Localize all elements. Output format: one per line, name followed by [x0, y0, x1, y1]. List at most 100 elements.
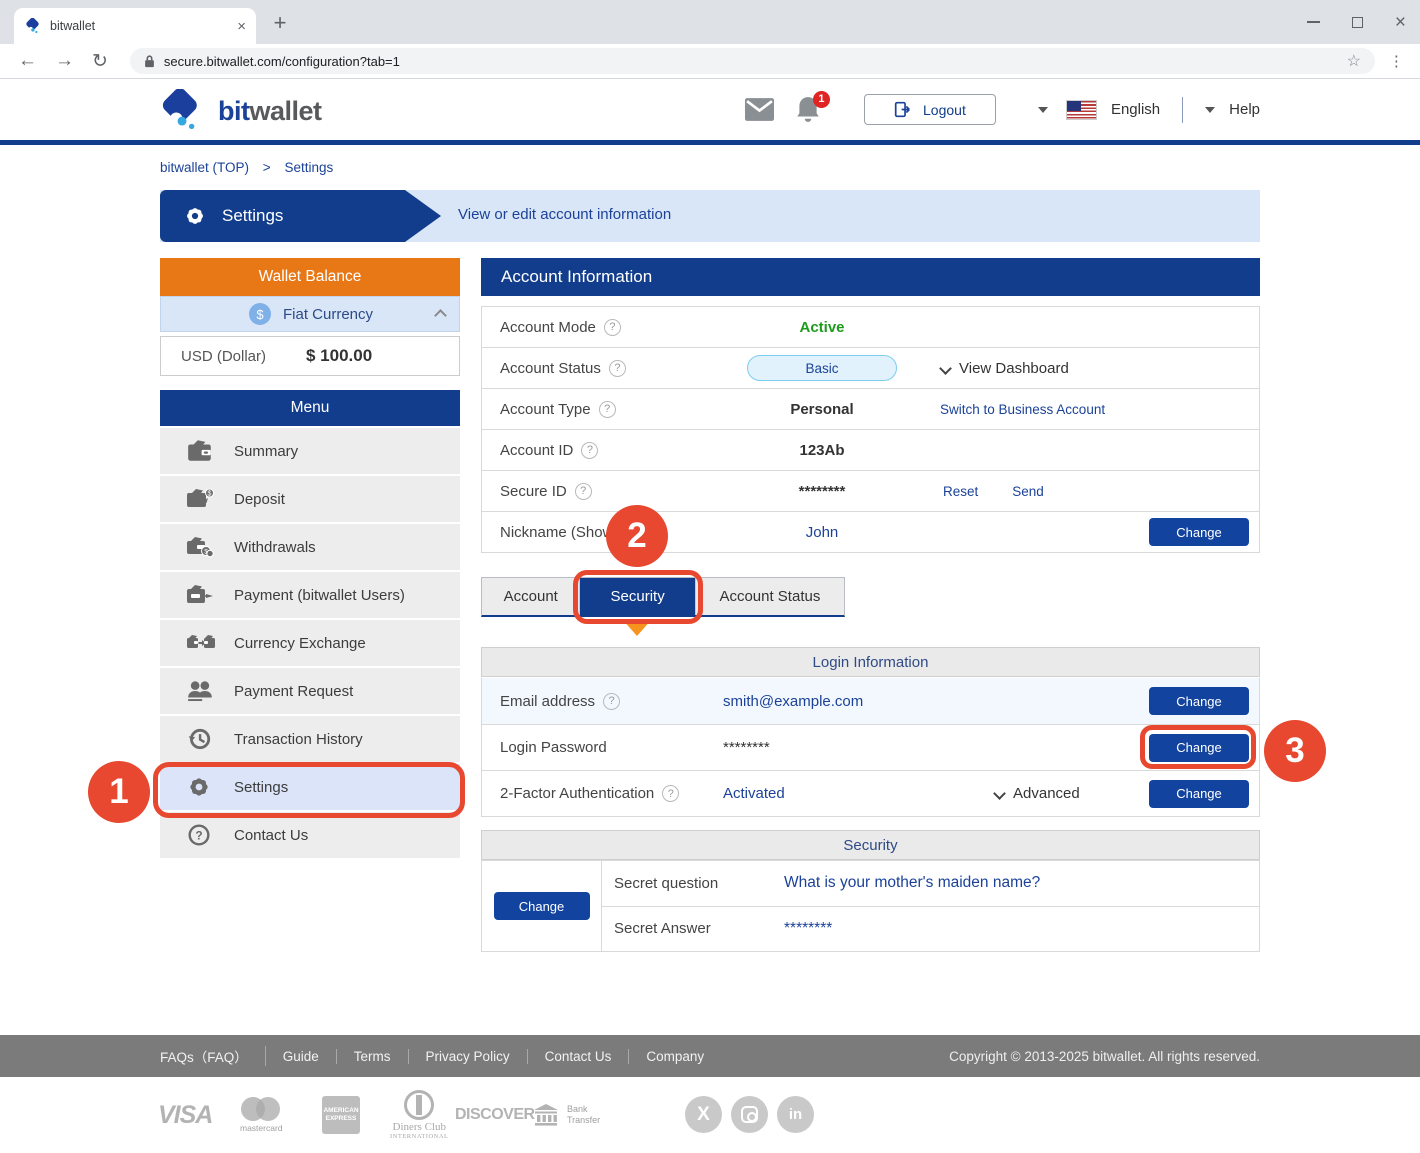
window-maximize-icon[interactable]: [1352, 17, 1363, 28]
logout-label: Logout: [923, 102, 966, 118]
two-factor-label: 2-Factor Authentication: [500, 785, 654, 802]
breadcrumb-separator: >: [263, 160, 271, 175]
tab-security[interactable]: Security: [580, 578, 695, 615]
footer-link-privacy[interactable]: Privacy Policy: [409, 1049, 528, 1064]
bookmark-star-icon[interactable]: ☆: [1347, 51, 1361, 71]
currency-amount: $ 100.00: [306, 346, 372, 366]
secret-answer-label: Secret Answer: [614, 920, 711, 937]
secure-id-label: Secure ID: [500, 483, 567, 500]
window-minimize-icon[interactable]: [1307, 21, 1320, 23]
visa-logo: VISA: [158, 1077, 212, 1153]
banner-subtitle: View or edit account information: [458, 206, 671, 223]
browser-window: bitwallet × + × ← → ↻ secure.bitwallet.c…: [0, 0, 1420, 1153]
language-dropdown-icon[interactable]: [1038, 107, 1048, 113]
sidebar-item-label: Payment Request: [234, 683, 353, 700]
sidebar-item-label: Withdrawals: [234, 539, 316, 556]
chevron-up-icon[interactable]: [434, 309, 447, 322]
sidebar-item-withdrawals[interactable]: $ Withdrawals: [160, 524, 460, 570]
bitwallet-logo[interactable]: bitwallet: [158, 89, 322, 133]
sidebar-item-contact-us[interactable]: ? Contact Us: [160, 812, 460, 858]
forward-icon[interactable]: →: [55, 50, 74, 72]
account-type-row: Account Type Personal Switch to Business…: [482, 389, 1259, 430]
help-link[interactable]: Help: [1229, 101, 1260, 118]
tab-close-icon[interactable]: ×: [237, 18, 246, 35]
tab-account[interactable]: Account: [482, 578, 580, 615]
instagram-icon[interactable]: [731, 1096, 768, 1133]
mail-icon[interactable]: [745, 98, 774, 121]
deposit-icon: $: [186, 487, 216, 511]
browser-tab[interactable]: bitwallet ×: [14, 8, 256, 44]
linkedin-icon[interactable]: in: [777, 1096, 814, 1133]
x-icon[interactable]: X: [685, 1096, 722, 1133]
wallet-balance-header: Wallet Balance: [160, 258, 460, 296]
nickname-value: John: [722, 524, 922, 541]
breadcrumb-home[interactable]: bitwallet (TOP): [160, 160, 249, 175]
discover-logo: DISCOVER: [455, 1077, 535, 1153]
reset-link[interactable]: Reset: [943, 484, 978, 499]
sidebar-item-label: Summary: [234, 443, 298, 460]
new-tab-button[interactable]: +: [266, 10, 294, 38]
address-bar[interactable]: secure.bitwallet.com/configuration?tab=1…: [130, 48, 1375, 74]
help-icon[interactable]: [575, 483, 592, 500]
window-close-icon[interactable]: ×: [1395, 13, 1406, 32]
payment-request-icon: [186, 679, 216, 703]
bank-transfer-logo: BankTransfer: [533, 1077, 600, 1153]
logout-button[interactable]: Logout: [864, 94, 996, 125]
help-icon[interactable]: [603, 693, 620, 710]
sidebar-item-settings[interactable]: Settings: [160, 764, 460, 810]
chevron-down-icon: [940, 363, 951, 374]
account-mode-value: Active: [722, 319, 922, 336]
account-information-table: Account Mode Active Account Status Basic…: [481, 306, 1260, 553]
sidebar-item-label: Contact Us: [234, 827, 308, 844]
help-icon[interactable]: [662, 785, 679, 802]
login-information-header: Login Information: [481, 647, 1260, 677]
refresh-icon[interactable]: ↻: [92, 50, 108, 73]
advanced-toggle[interactable]: Advanced: [994, 785, 1080, 802]
sidebar-item-transaction-history[interactable]: Transaction History: [160, 716, 460, 762]
svg-text:$: $: [204, 549, 208, 556]
bitwallet-logo-icon: [158, 89, 208, 133]
sidebar-item-summary[interactable]: Summary: [160, 428, 460, 474]
footer-link-contact[interactable]: Contact Us: [528, 1049, 630, 1064]
help-icon[interactable]: [599, 401, 616, 418]
url-text: secure.bitwallet.com/configuration?tab=1: [164, 54, 1347, 69]
footer-link-terms[interactable]: Terms: [337, 1049, 409, 1064]
sidebar-item-label: Transaction History: [234, 731, 363, 748]
notification-bell-icon[interactable]: 1: [794, 95, 824, 125]
help-icon[interactable]: [581, 442, 598, 459]
nickname-change-button[interactable]: Change: [1149, 518, 1249, 546]
browser-menu-icon[interactable]: ⋮: [1389, 52, 1404, 70]
help-dropdown-icon[interactable]: [1205, 107, 1215, 113]
footer-link-faq[interactable]: FAQs（FAQ）: [160, 1046, 266, 1066]
security-change-button[interactable]: Change: [494, 892, 590, 920]
currency-name: USD (Dollar): [181, 348, 306, 365]
sidebar-item-payment[interactable]: Payment (bitwallet Users): [160, 572, 460, 618]
switch-to-business-link[interactable]: Switch to Business Account: [940, 402, 1105, 417]
back-icon[interactable]: ←: [18, 50, 37, 72]
balance-row: USD (Dollar) $ 100.00: [160, 336, 460, 376]
sidebar-item-deposit[interactable]: $ Deposit: [160, 476, 460, 522]
gear-icon: [184, 205, 206, 227]
send-link[interactable]: Send: [1012, 484, 1044, 499]
secret-question-value: What is your mother's maiden name?: [784, 874, 1040, 892]
logo-text-wallet: wallet: [250, 96, 322, 126]
view-dashboard-toggle[interactable]: View Dashboard: [940, 360, 1069, 377]
email-change-button[interactable]: Change: [1149, 687, 1249, 715]
security-section-header: Security: [481, 830, 1260, 860]
footer-link-company[interactable]: Company: [629, 1049, 721, 1064]
header-divider: [1182, 97, 1183, 123]
sidebar-item-payment-request[interactable]: Payment Request: [160, 668, 460, 714]
two-factor-change-button[interactable]: Change: [1149, 780, 1249, 808]
site-header: bitwallet 1 Logout English Help: [0, 79, 1420, 145]
tab-title: bitwallet: [50, 19, 237, 33]
help-icon[interactable]: [604, 319, 621, 336]
language-label[interactable]: English: [1111, 101, 1160, 118]
login-password-change-button[interactable]: Change: [1149, 734, 1249, 762]
help-icon[interactable]: [609, 360, 626, 377]
sidebar-item-currency-exchange[interactable]: Currency Exchange: [160, 620, 460, 666]
amex-logo: AMERICANEXPRESS: [322, 1077, 360, 1153]
tab-account-status[interactable]: Account Status: [696, 578, 844, 615]
fiat-currency-row[interactable]: $ Fiat Currency: [160, 296, 460, 332]
footer-link-guide[interactable]: Guide: [266, 1049, 337, 1064]
status-badge[interactable]: Basic: [747, 355, 897, 381]
